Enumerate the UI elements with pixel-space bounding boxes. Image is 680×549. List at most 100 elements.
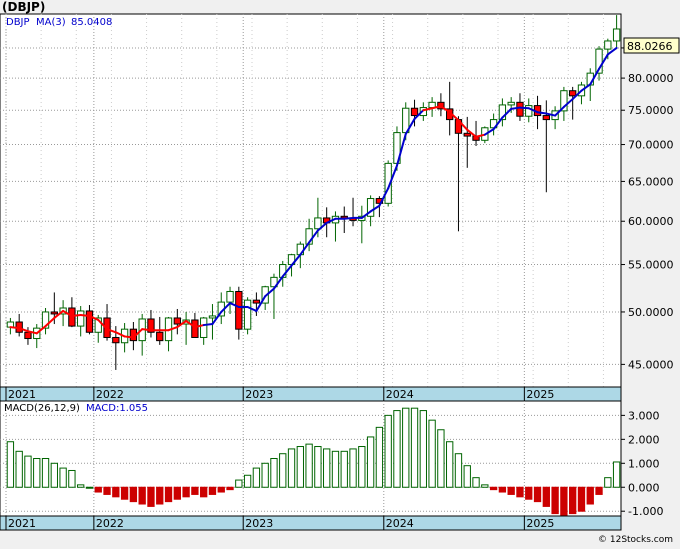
ma-segment (79, 313, 91, 317)
candle-down (410, 107, 419, 117)
ma-segment (518, 106, 530, 110)
macd-bar-negative (147, 486, 155, 507)
macd-bar-negative (489, 486, 498, 491)
macd-bar-negative (577, 486, 586, 512)
macd-tick-label: 2.000 (628, 433, 660, 446)
macd-bar-positive (393, 410, 401, 488)
year-label: 2024 (386, 388, 414, 401)
macd-bar-positive (287, 448, 296, 488)
candle-down (252, 299, 261, 304)
macd-tick-label: 1.000 (628, 457, 660, 470)
candle-down (85, 310, 94, 333)
year-label: 2021 (8, 388, 36, 401)
candle-down (235, 290, 243, 330)
ma-segment (202, 323, 214, 327)
macd-bar-negative (120, 486, 129, 500)
macd-bar-negative (560, 486, 568, 517)
ma-segment (9, 326, 21, 330)
legend-ma-value: 85.0408 (71, 17, 112, 28)
price-tick-label: 65.0000 (628, 175, 674, 188)
macd-bar-positive (331, 450, 340, 488)
macd-bar-positive (77, 484, 85, 488)
macd-tick-label: 3.000 (628, 409, 660, 422)
year-label: 2023 (245, 517, 273, 530)
price-tick-label: 45.0000 (628, 358, 674, 371)
ma-segment (141, 328, 152, 332)
price-tick-label: 60.0000 (628, 215, 674, 228)
macd-bar-positive (252, 467, 261, 488)
candle-down (156, 331, 164, 342)
last-price-label: 88.0266 (627, 40, 673, 53)
macd-bar-negative (516, 486, 524, 498)
macd-bar-negative (156, 486, 164, 505)
candle-up (208, 315, 217, 319)
macd-bar-negative (569, 486, 577, 515)
macd-bar-positive (261, 462, 269, 488)
ma-segment (343, 216, 355, 220)
macd-bar-positive (419, 410, 427, 488)
ma-segment (123, 335, 135, 339)
year-label: 2025 (526, 388, 554, 401)
year-label: 2023 (245, 388, 273, 401)
macd-bar-positive (481, 484, 489, 488)
macd-bar-negative (208, 486, 217, 495)
macd-bar-positive (358, 446, 366, 488)
legend-ticker: DBJP (6, 17, 30, 28)
macd-bar-positive (279, 453, 287, 488)
candle-down (569, 90, 577, 97)
macd-bar-negative (94, 486, 102, 493)
macd-bar-positive (454, 453, 463, 488)
macd-bar-negative (217, 486, 225, 493)
macd-bar-positive (349, 448, 357, 488)
macd-bar-positive (340, 450, 348, 488)
macd-bar-positive (463, 465, 471, 488)
macd-bar-positive (375, 426, 384, 488)
macd-bar-positive (6, 441, 15, 488)
candle-up (200, 317, 208, 338)
macd-bar-positive (243, 474, 252, 488)
ma-segment (536, 111, 548, 115)
price-tick-label: 70.0000 (628, 139, 674, 152)
macd-bar-positive (59, 467, 67, 488)
macd-bar-positive (235, 479, 243, 488)
macd-title: MACD(26,12,9) (4, 403, 80, 414)
macd-bar-negative (595, 486, 603, 495)
year-label: 2022 (96, 388, 124, 401)
macd-bar-positive (446, 441, 454, 488)
candle-down (542, 115, 550, 121)
year-label: 2021 (8, 517, 36, 530)
macd-bar-negative (200, 486, 208, 498)
candle-down (463, 132, 471, 137)
chart-stage: 45.0000 50.0000 55.0000 60.0000 65.0000 70.00… (0, 0, 680, 546)
macd-bar-positive (472, 477, 480, 488)
macd-bar-positive (305, 443, 313, 488)
candle-up (507, 101, 515, 106)
macd-bar-positive (296, 446, 304, 488)
macd-tick-label: -1.000 (628, 505, 663, 518)
macd-bar-positive (15, 450, 23, 488)
macd-value-label: MACD:1.055 (86, 403, 148, 414)
macd-bar-negative (226, 486, 234, 491)
macd-bar-negative (551, 486, 559, 515)
macd-bar-positive (366, 436, 375, 488)
macd-bar-negative (507, 486, 515, 495)
macd-bar-negative (525, 486, 533, 500)
candle-down (112, 336, 120, 344)
price-panel (0, 13, 622, 388)
macd-bar-positive (68, 469, 76, 488)
macd-bar-negative (542, 486, 550, 507)
candle-up (226, 290, 234, 303)
macd-bar-positive (85, 486, 94, 489)
last-price-marker: 88.0266 (623, 37, 680, 54)
candle-up (604, 40, 612, 50)
macd-bar-positive (50, 462, 58, 488)
candle-up (314, 217, 322, 230)
macd-bar-negative (533, 486, 542, 503)
price-tick-label: 80.0000 (628, 72, 674, 85)
macd-bar-negative (182, 486, 190, 498)
macd-bar-positive (437, 429, 445, 488)
macd-bar-positive (270, 458, 278, 488)
candle-down (516, 101, 524, 117)
macd-bar-positive (41, 458, 50, 488)
footer-credit: © 12Stocks.com (598, 535, 673, 545)
